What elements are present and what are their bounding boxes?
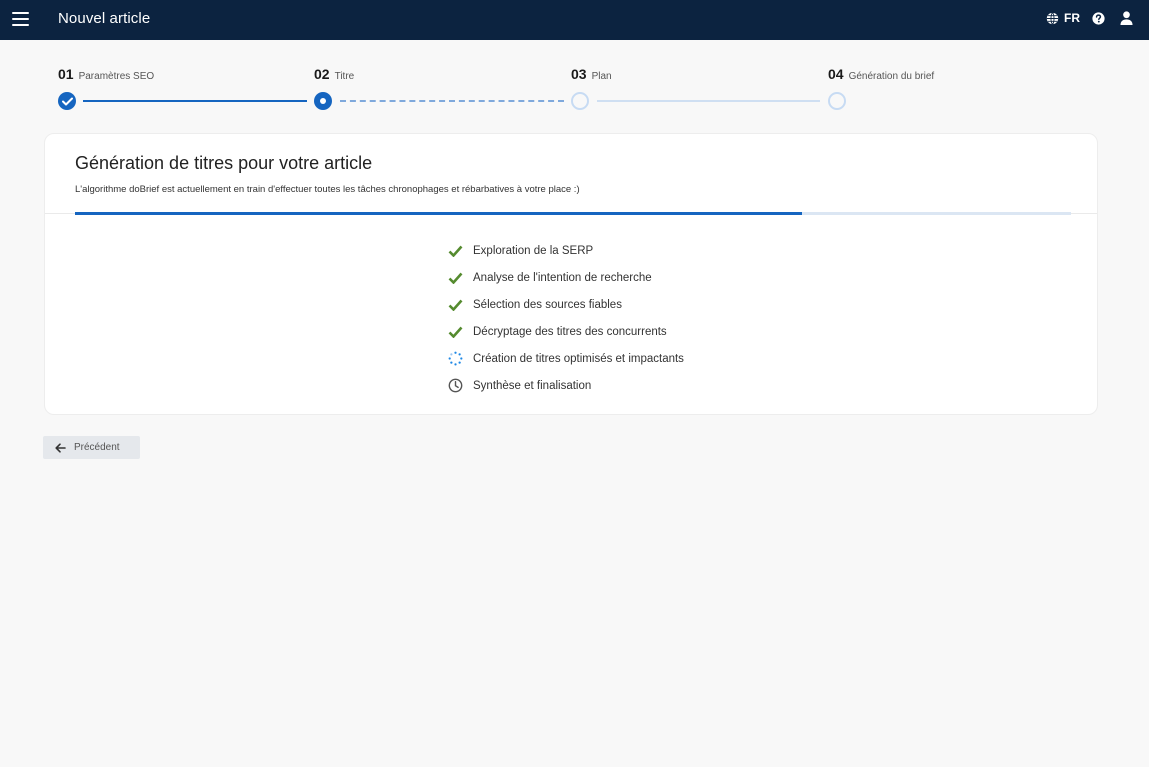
list-item: Synthèse et finalisation [447, 372, 684, 399]
step-current-indicator [314, 92, 332, 110]
step-title[interactable]: 02 Titre [314, 66, 354, 82]
step-number: 03 [571, 66, 587, 82]
step-brief-generation[interactable]: 04 Génération du brief [828, 66, 934, 82]
step-label: Plan [591, 71, 612, 82]
step-label: Génération du brief [848, 71, 935, 82]
step-done-check-icon [58, 92, 76, 110]
check-icon [447, 324, 463, 340]
step-todo-indicator [828, 92, 846, 110]
list-item: Sélection des sources fiables [447, 291, 684, 318]
step-label: Titre [334, 71, 355, 82]
user-icon[interactable] [1120, 11, 1133, 25]
generation-card: Génération de titres pour votre article … [44, 133, 1098, 415]
previous-button-label: Précédent [74, 442, 120, 453]
progress-bar [75, 212, 1071, 215]
step-connector [597, 100, 820, 102]
card-subtitle: L'algorithme doBrief est actuellement en… [75, 184, 580, 195]
step-connector [340, 100, 564, 102]
step-number: 02 [314, 66, 330, 82]
top-actions: FR [1046, 11, 1133, 25]
list-item: Décryptage des titres des concurrents [447, 318, 684, 345]
task-label: Analyse de l'intention de recherche [473, 271, 652, 284]
step-todo-indicator [571, 92, 589, 110]
step-label: Paramètres SEO [78, 71, 155, 82]
language-label: FR [1064, 11, 1080, 25]
card-title: Génération de titres pour votre article [75, 153, 373, 173]
step-seo-parameters[interactable]: 01 Paramètres SEO [58, 66, 154, 82]
step-connector [83, 100, 307, 102]
help-icon[interactable] [1092, 11, 1105, 25]
page-title: Nouvel article [58, 10, 151, 27]
task-label: Création de titres optimisés et impactan… [473, 352, 684, 365]
check-icon [447, 270, 463, 286]
progress-bar-fill [75, 212, 803, 215]
spinner-icon [447, 351, 463, 367]
task-label: Synthèse et finalisation [473, 379, 592, 392]
task-list: Exploration de la SERP Analyse de l'inte… [447, 237, 684, 399]
step-number: 01 [58, 66, 74, 82]
menu-icon[interactable] [12, 12, 29, 26]
list-item: Création de titres optimisés et impactan… [447, 345, 684, 372]
list-item: Exploration de la SERP [447, 237, 684, 264]
previous-button[interactable]: Précédent [43, 436, 140, 459]
language-selector[interactable]: FR [1046, 11, 1080, 25]
check-icon [447, 243, 463, 259]
arrow-left-icon [55, 442, 66, 453]
clock-icon [447, 378, 463, 394]
step-number: 04 [828, 66, 844, 82]
task-label: Décryptage des titres des concurrents [473, 325, 667, 338]
task-label: Exploration de la SERP [473, 244, 594, 257]
check-icon [447, 297, 463, 313]
globe-icon [1046, 11, 1059, 25]
task-label: Sélection des sources fiables [473, 298, 622, 311]
top-bar: Nouvel article FR [0, 0, 1149, 40]
list-item: Analyse de l'intention de recherche [447, 264, 684, 291]
step-plan[interactable]: 03 Plan [571, 66, 612, 82]
